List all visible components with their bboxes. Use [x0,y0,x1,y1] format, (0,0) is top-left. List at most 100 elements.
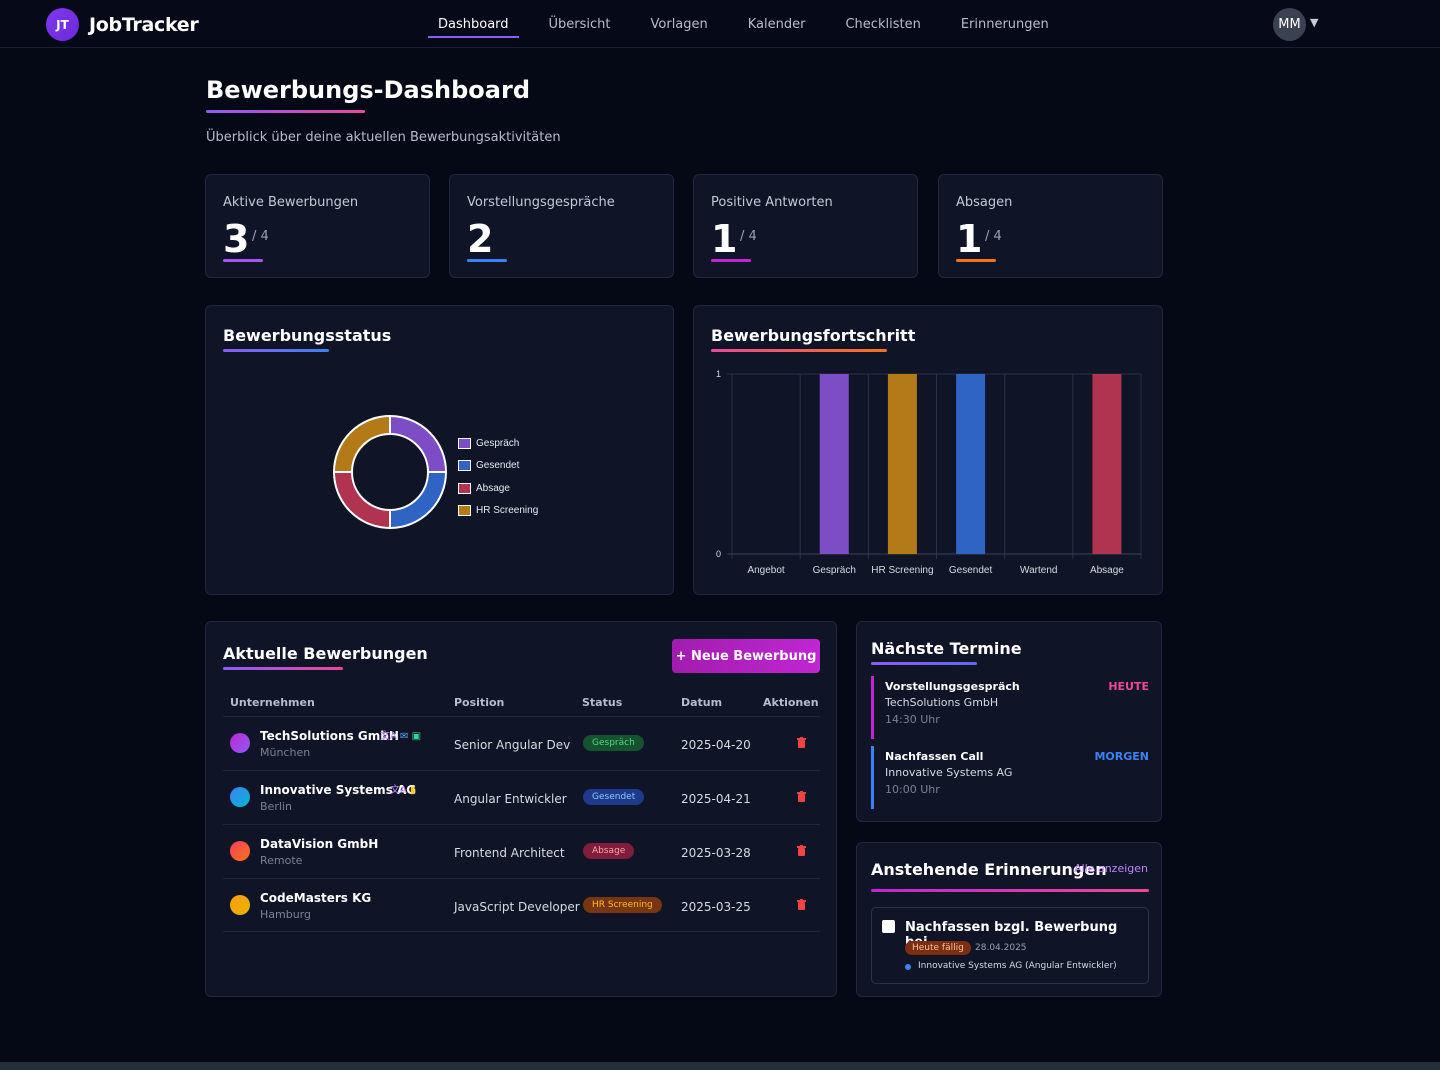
donut-slice[interactable] [332,414,391,473]
legend-swatch [458,505,471,517]
position: JavaScript Developer [454,900,580,914]
clipboard-icon: ▮ [410,785,416,796]
nav-checklisten[interactable]: Checklisten [845,0,920,48]
position: Angular Entwickler [454,792,567,806]
x-tick-label: Gespräch [813,565,856,576]
bar[interactable] [956,374,986,554]
stat-label: Aktive Bewerbungen [223,195,359,210]
translate-icon: 文A [380,731,397,742]
company-avatar [230,895,250,915]
reminder-date: 28.04.2025 [975,943,1027,953]
legend-item[interactable]: Absage [458,477,538,500]
stat-value: 2 [467,217,494,261]
user-avatar[interactable]: MM [1273,8,1306,41]
status-badge: HR Screening [583,897,662,913]
company-city: Berlin [260,800,292,813]
legend-item[interactable]: Gesendet [458,455,538,478]
taskbar [0,1062,1440,1070]
status-badge: Gespräch [583,735,644,751]
translate-icon: 文A [390,785,407,796]
legend-label: Gespräch [476,437,520,449]
donut-chart [332,414,448,530]
nav-uebersicht[interactable]: Übersicht [549,0,611,48]
col-company[interactable]: Unternehmen [230,696,315,709]
date: 2025-04-20 [681,738,751,752]
section-underline [871,889,1149,892]
new-application-button[interactable]: + Neue Bewerbung [672,639,820,673]
chevron-down-icon[interactable]: ▼ [1310,16,1318,29]
page-subtitle: Überblick über deine aktuellen Bewerbung… [206,130,561,145]
app-logo[interactable]: JT JobTracker [46,8,199,41]
status-badge: Absage [583,843,635,859]
company-name: CodeMasters KG [260,891,372,905]
donut-slice[interactable] [389,414,448,473]
section-title: Bewerbungsfortschritt [711,326,916,345]
section-underline [711,349,887,352]
y-tick-label: 0 [716,549,721,559]
trash-icon[interactable] [797,791,806,802]
company-avatar [230,733,250,753]
stat-value: 1 [956,217,983,261]
y-tick-label: 1 [716,369,721,379]
legend-swatch [458,437,471,449]
appointment-item[interactable]: Nachfassen Call Innovative Systems AG 10… [871,746,1149,809]
nav-dashboard[interactable]: Dashboard [428,0,518,48]
bar[interactable] [1092,374,1122,554]
nav-erinnerungen[interactable]: Erinnerungen [961,0,1049,48]
bar[interactable] [819,374,849,554]
col-status[interactable]: Status [582,696,622,709]
legend-item[interactable]: HR Screening [458,500,538,523]
nav-vorlagen[interactable]: Vorlagen [651,0,708,48]
trash-icon[interactable] [797,899,806,910]
appointment-item[interactable]: Vorstellungsgespräch TechSolutions GmbH … [871,676,1149,739]
company-name: TechSolutions GmbH [260,729,399,743]
table-row[interactable]: CodeMasters KG Hamburg JavaScript Develo… [223,878,820,932]
x-tick-label: Wartend [1020,565,1057,576]
section-underline [871,662,977,665]
col-date[interactable]: Datum [681,696,722,709]
section-underline [223,349,329,352]
nav-kalender[interactable]: Kalender [748,0,806,48]
appointment-tag: MORGEN [1094,750,1149,763]
appointment-tag: HEUTE [1108,680,1149,693]
donut-slice[interactable] [389,471,448,530]
bar-chart: 0 1 Angebot Gespräch HR Screening Gesendet War… [716,369,1142,576]
x-tick-label: Gesendet [949,565,993,576]
main-nav: Dashboard Übersicht Vorlagen Kalender Ch… [428,0,1089,48]
section-underline [223,667,343,670]
position: Senior Angular Dev [454,738,571,752]
stat-total: / 4 [740,229,757,244]
reminder-item[interactable]: Nachfassen bzgl. Bewerbung bei... Heute … [871,907,1149,984]
stat-bar [711,259,751,262]
stat-label: Vorstellungsgespräche [467,195,615,210]
reminder-checkbox[interactable] [882,920,895,933]
legend-item[interactable]: Gespräch [458,432,538,455]
col-position[interactable]: Position [454,696,504,709]
donut-slice[interactable] [332,471,391,530]
status-panel: Bewerbungsstatus Gespräch Gesendet Absag… [205,305,674,595]
table-row[interactable]: TechSolutions GmbH München 文A ✉ ▣ Senior… [223,716,820,770]
stat-bar [467,259,507,262]
legend-label: Absage [476,482,510,494]
trash-icon[interactable] [797,845,806,856]
stat-card-positive: Positive Antworten 1 / 4 [693,174,918,278]
table-row[interactable]: DataVision GmbH Remote Frontend Architec… [223,824,820,878]
stat-bar [956,259,996,262]
date: 2025-04-21 [681,792,751,806]
trash-icon[interactable] [797,737,806,748]
x-tick-label: HR Screening [871,565,933,576]
company-dot-icon [905,964,911,970]
stat-value: 1 [711,217,738,261]
table-row[interactable]: Innovative Systems AG Berlin 文A ▮ Angula… [223,770,820,824]
appointment-company: Innovative Systems AG [885,766,1013,779]
stat-bar [223,259,263,262]
status-badge: Gesendet [583,789,645,805]
stat-value: 3 [223,217,250,261]
mail-icon: ✉ [400,731,409,742]
bar[interactable] [887,374,917,554]
company-avatar [230,841,250,861]
show-all-link[interactable]: Alle anzeigen [1074,862,1148,875]
stat-label: Absagen [956,195,1013,210]
app-name: JobTracker [89,13,199,36]
section-title: Aktuelle Bewerbungen [223,644,428,663]
